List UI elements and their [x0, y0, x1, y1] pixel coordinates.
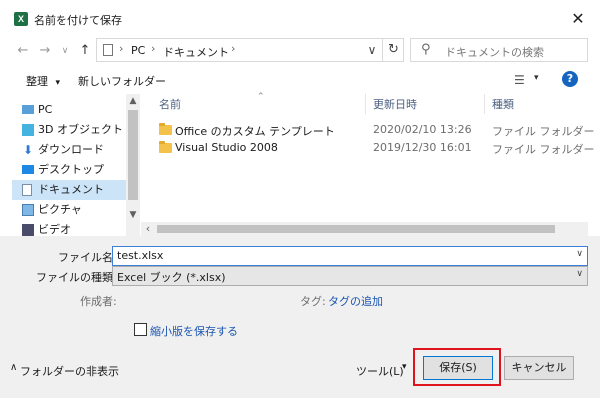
chevron-right-icon: ›	[151, 42, 156, 55]
title-bar: X 名前を付けて保存 ✕	[0, 0, 600, 36]
column-header-name[interactable]: 名前	[159, 96, 181, 112]
refresh-icon[interactable]: ↻	[382, 38, 404, 62]
up-button[interactable]: ↑	[76, 40, 94, 62]
sidebar-item-downloads[interactable]: ⬇ ダウンロード	[12, 140, 126, 160]
command-bar: 整理 ▾ 新しいフォルダー ☰ ▾ ?	[0, 66, 600, 94]
documents-icon	[103, 44, 113, 56]
download-icon: ⬇	[22, 143, 34, 157]
documents-icon	[22, 184, 32, 196]
close-icon[interactable]: ✕	[566, 8, 590, 30]
videos-icon	[22, 224, 34, 236]
breadcrumb-pc[interactable]: PC	[131, 44, 145, 57]
navigation-scrollbar[interactable]: ▲ ▼	[126, 94, 140, 236]
sidebar-item-label: ダウンロード	[38, 143, 104, 156]
view-options-icon[interactable]: ☰	[514, 73, 525, 87]
scroll-left-icon[interactable]: ‹	[141, 222, 155, 236]
column-header-date[interactable]: 更新日時	[373, 96, 417, 112]
save-highlight-box	[413, 348, 501, 386]
table-row[interactable]: Office のカスタム テンプレート 2020/02/10 13:26 ファイ…	[141, 121, 595, 139]
sidebar-item-label: デスクトップ	[38, 163, 104, 176]
file-type: ファイル フォルダー	[492, 143, 595, 156]
sidebar-item-label: 3D オブジェクト	[38, 123, 123, 136]
add-tag-link[interactable]: タグの追加	[328, 293, 383, 309]
navigation-pane: PC 3D オブジェクト ⬇ ダウンロード デスクトップ ドキュメント ピクチャ…	[12, 94, 140, 236]
table-row[interactable]: Visual Studio 2008 2019/12/30 16:01 ファイル…	[141, 139, 595, 157]
sidebar-item-label: ビデオ	[38, 223, 71, 236]
column-divider[interactable]	[484, 94, 485, 114]
pc-icon	[22, 105, 34, 114]
search-icon: ⚲	[421, 42, 431, 57]
file-name: Visual Studio 2008	[175, 141, 278, 154]
new-folder-button[interactable]: 新しいフォルダー	[78, 73, 166, 89]
author-label: 作成者:	[80, 295, 117, 308]
help-icon[interactable]: ?	[562, 71, 578, 87]
organize-label: 整理	[26, 75, 48, 88]
column-divider[interactable]	[365, 94, 366, 114]
caret-down-icon[interactable]: ▾	[534, 73, 539, 83]
file-list-scrollbar[interactable]: ‹	[141, 222, 588, 236]
forward-button[interactable]: →	[36, 40, 54, 62]
excel-icon: X	[14, 12, 28, 26]
file-name: Office のカスタム テンプレート	[175, 125, 335, 138]
sidebar-item-label: ドキュメント	[38, 183, 104, 196]
folder-icon	[159, 123, 172, 135]
scroll-thumb[interactable]	[128, 110, 138, 200]
sidebar-item-videos[interactable]: ビデオ	[12, 220, 126, 236]
3d-objects-icon	[22, 124, 34, 136]
tools-menu-button[interactable]: ツール(L)	[356, 363, 404, 379]
window-title: 名前を付けて保存	[34, 14, 122, 27]
sort-ascending-icon: ⌃	[257, 92, 265, 102]
sidebar-item-pc[interactable]: PC	[12, 100, 126, 120]
recent-locations-button[interactable]: ∨	[56, 40, 74, 62]
folder-icon	[159, 141, 172, 153]
filetype-select[interactable]: Excel ブック (*.xlsx) ∨	[112, 266, 588, 286]
chevron-down-icon[interactable]: ∨	[576, 249, 583, 259]
pictures-icon	[22, 204, 34, 216]
filetype-value: Excel ブック (*.xlsx)	[117, 271, 226, 284]
sidebar-item-3d-objects[interactable]: 3D オブジェクト	[12, 120, 126, 140]
file-type: ファイル フォルダー	[492, 125, 595, 138]
address-bar[interactable]: › PC › ドキュメント ›	[96, 38, 404, 62]
save-thumbnail-label[interactable]: 縮小版を保存する	[150, 323, 238, 339]
chevron-down-icon[interactable]: ∨	[576, 269, 583, 279]
filename-value[interactable]: test.xlsx	[117, 249, 163, 262]
breadcrumb-documents[interactable]: ドキュメント	[163, 44, 229, 60]
caret-down-icon[interactable]: ▾	[402, 362, 407, 372]
organize-button[interactable]: 整理 ▾	[26, 73, 60, 89]
desktop-icon	[22, 165, 34, 174]
file-date: 2020/02/10 13:26	[373, 123, 472, 136]
sidebar-item-pictures[interactable]: ピクチャ	[12, 200, 126, 220]
sidebar-item-desktop[interactable]: デスクトップ	[12, 160, 126, 180]
search-input[interactable]: ドキュメントの検索	[445, 44, 544, 60]
caret-down-icon: ▾	[55, 78, 61, 88]
scroll-thumb[interactable]	[157, 225, 555, 233]
sidebar-item-label: PC	[38, 103, 53, 116]
address-dropdown-icon[interactable]: ∨	[362, 38, 382, 62]
file-date: 2019/12/30 16:01	[373, 141, 472, 154]
search-box[interactable]: ⚲ ドキュメントの検索	[410, 38, 588, 62]
sidebar-item-label: ピクチャ	[38, 203, 82, 216]
save-thumbnail-checkbox[interactable]	[134, 323, 147, 336]
back-button[interactable]: ←	[14, 40, 32, 62]
sidebar-item-documents[interactable]: ドキュメント	[12, 180, 126, 200]
cancel-button[interactable]: キャンセル	[504, 356, 574, 380]
hide-folders-button[interactable]: フォルダーの非表示	[20, 363, 119, 379]
file-list: ⌃ 名前 更新日時 種類 Office のカスタム テンプレート 2020/02…	[141, 92, 595, 236]
tags-label: タグ:	[300, 295, 326, 308]
chevron-right-icon[interactable]: ›	[231, 42, 235, 55]
chevron-up-icon[interactable]: ∧	[10, 362, 17, 373]
scroll-down-icon[interactable]: ▼	[126, 208, 140, 222]
column-header-type[interactable]: 種類	[492, 96, 514, 112]
scroll-up-icon[interactable]: ▲	[126, 94, 140, 108]
chevron-right-icon: ›	[119, 42, 124, 55]
filename-field[interactable]: test.xlsx ∨	[112, 246, 588, 266]
